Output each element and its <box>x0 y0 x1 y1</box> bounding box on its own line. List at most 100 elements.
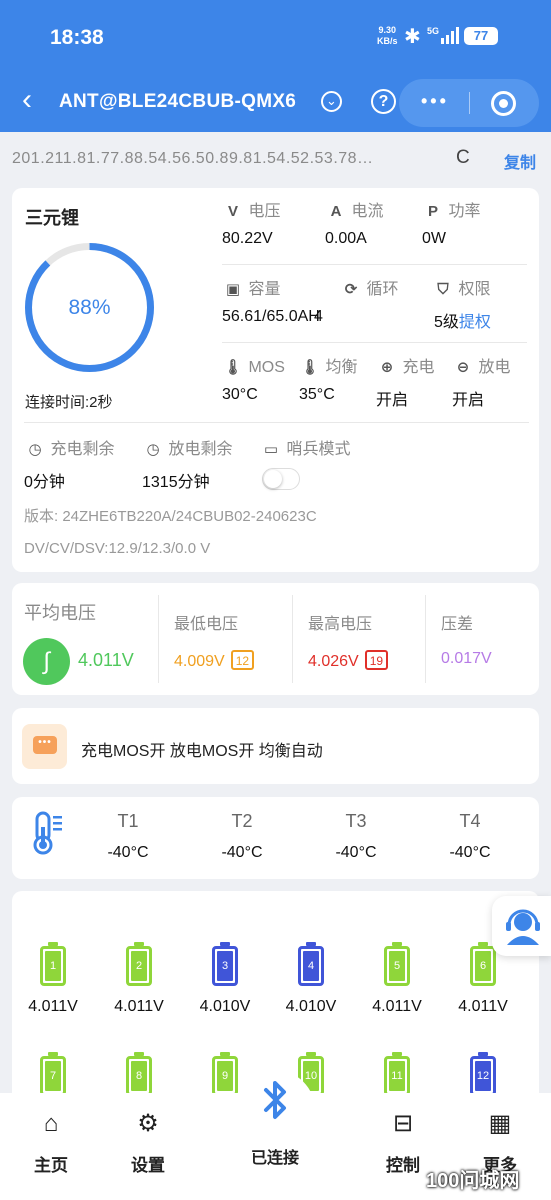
voltage-stat: V 电压 80.22V <box>222 200 332 248</box>
cell-battery-icon: 7 <box>40 1052 66 1096</box>
cell-voltage: 4.011V <box>28 998 78 1015</box>
copy-button[interactable]: 复制 <box>504 149 536 173</box>
back-button[interactable]: ‹ <box>22 85 32 115</box>
min-voltage-value: 4.009V <box>174 653 225 670</box>
cell-index: 6 <box>475 951 491 981</box>
voltage-diff-value: 0.017V <box>441 650 492 667</box>
more-menu-button[interactable]: ••• <box>421 91 449 112</box>
current-icon: A <box>330 203 342 220</box>
temp-sensor-t1: T1 -40°C <box>107 811 149 861</box>
device-title: ANT@BLE24CBUB-QMX6 <box>59 91 297 112</box>
cell-index: 2 <box>131 951 147 981</box>
refresh-icon[interactable]: C <box>456 147 470 169</box>
bluetooth-connect-button[interactable] <box>235 1070 315 1150</box>
avg-voltage-icon: ∫ <box>23 638 70 685</box>
nav-bar: ‹ ANT@BLE24CBUB-QMX6 ⌄ ? ••• <box>0 75 551 132</box>
sentinel-mode-stat: ▭ 哨兵模式 <box>260 438 400 462</box>
address-bar: 201.211.81.77.88.54.56.50.89.81.54.52.53… <box>0 132 551 184</box>
cell-1: 1 4.011V <box>18 942 88 1016</box>
discharge-icon: ⊖ <box>456 359 470 376</box>
cell-voltage: 4.010V <box>285 998 337 1015</box>
voltage-summary-card: 平均电压 ∫ 4.011V 最低电压 4.009V 12 最高电压 4.026V 1… <box>12 583 539 695</box>
voltage-value: 80.22V <box>222 230 273 247</box>
discharge-state: 开启 <box>452 392 485 409</box>
cell-battery-icon: 5 <box>384 942 410 986</box>
battery-icon: ▣ <box>225 281 241 298</box>
chevron-down-icon[interactable]: ⌄ <box>321 91 342 112</box>
cell-5: 5 4.011V <box>362 942 432 1016</box>
soc-ring: 88% <box>22 240 157 375</box>
cell-battery-icon: 4 <box>298 942 324 986</box>
cell-index: 4 <box>303 951 319 981</box>
cell-battery-icon: 3 <box>212 942 238 986</box>
cell-voltage: 4.011V <box>372 998 422 1015</box>
cell-battery-icon: 8 <box>126 1052 152 1096</box>
cell-index: 12 <box>475 1061 491 1091</box>
mos-status-card: ••• 充电MOS开 放电MOS开 均衡自动 <box>12 708 539 784</box>
net-speed: 9.30 KB/s <box>377 25 398 46</box>
cell-battery-icon: 6 <box>470 942 496 986</box>
mos-status-text: 充电MOS开 放电MOS开 均衡自动 <box>81 743 323 760</box>
cell-voltage: 4.011V <box>114 998 164 1015</box>
cell-3: 3 4.010V <box>190 942 260 1016</box>
miniapp-capsule: ••• <box>399 79 539 127</box>
thermometer-icon <box>33 811 62 855</box>
cell-index: 3 <box>217 951 233 981</box>
gear-icon: ⚙ <box>137 1110 159 1137</box>
soc-percent: 88% <box>68 296 111 319</box>
battery-status-icon: 77 <box>464 27 498 45</box>
capsule-divider <box>469 92 470 114</box>
clock-icon: ◷ <box>146 441 160 458</box>
divider <box>425 595 426 683</box>
cell-6: 6 4.011V <box>448 942 518 1016</box>
cell-battery-icon: 2 <box>126 942 152 986</box>
cell-4: 4 4.010V <box>276 942 346 1016</box>
status-time: 18:38 <box>50 26 104 49</box>
divider <box>292 595 293 683</box>
customer-support-button[interactable] <box>492 896 551 956</box>
tab-home[interactable]: ⌂ 主页 <box>16 1107 86 1176</box>
cell-voltage: 4.010V <box>199 998 251 1015</box>
firmware-version: 版本: 24ZHE6TB220A/24CBUB02-240623C <box>24 508 317 525</box>
cell-battery-icon: 1 <box>40 942 66 986</box>
sentinel-mode-toggle[interactable] <box>262 468 300 490</box>
battery-overview-card: 三元锂 88% 连接时间:2秒 V 电压 80.22V A 电流 0.00A P… <box>12 188 539 572</box>
tab-settings[interactable]: ⚙ 设置 <box>113 1107 183 1176</box>
divider <box>24 422 529 423</box>
status-bar: 18:38 9.30 KB/s ✱ 5G 77 <box>0 0 551 75</box>
sliders-icon: ⊟ <box>392 1110 414 1137</box>
current-value: 0.00A <box>325 230 367 247</box>
shield-icon: ⛉ <box>437 281 449 298</box>
cell-index: 1 <box>45 951 61 981</box>
power-value: 0W <box>422 230 446 247</box>
power-stat: P 功率 0W <box>422 200 532 248</box>
cell-index: 9 <box>217 1061 233 1091</box>
temperature-card: T1 -40°C T2 -40°C T3 -40°C T4 -40°C <box>12 797 539 879</box>
thermometer-icon: 🌡 <box>300 359 320 376</box>
help-button[interactable]: ? <box>371 89 396 114</box>
discharge-switch-stat: ⊖ 放电 开启 <box>452 356 551 410</box>
battery-type: 三元锂 <box>25 208 79 228</box>
cell-battery-icon: 11 <box>384 1052 410 1096</box>
divider <box>222 264 527 265</box>
discharge-remain-value: 1315分钟 <box>142 474 210 491</box>
elevate-permission-link[interactable]: 提权 <box>459 314 491 331</box>
avg-voltage-value: 4.011V <box>78 650 134 670</box>
divider <box>222 342 527 343</box>
headset-icon <box>506 909 540 945</box>
temp-sensor-t4: T4 -40°C <box>449 811 491 861</box>
current-stat: A 电流 0.00A <box>325 200 435 248</box>
device-address: 201.211.81.77.88.54.56.50.89.81.54.52.53… <box>12 150 374 167</box>
thermometer-icon: 🌡 <box>223 359 243 376</box>
bluetooth-icon <box>235 1078 315 1132</box>
power-icon: P <box>427 203 438 220</box>
close-miniapp-button[interactable] <box>491 91 516 116</box>
temp-sensor-t2: T2 -40°C <box>221 811 263 861</box>
cycle-icon: ⟳ <box>344 281 358 298</box>
cell-2: 2 4.011V <box>104 942 174 1016</box>
bluetooth-status-icon: ✱ <box>404 26 421 48</box>
cell-index: 5 <box>389 951 405 981</box>
max-cell-badge: 19 <box>364 650 389 670</box>
bluetooth-status-label: 已连接 <box>250 1150 299 1167</box>
grid-icon: ▦ <box>488 1110 512 1137</box>
